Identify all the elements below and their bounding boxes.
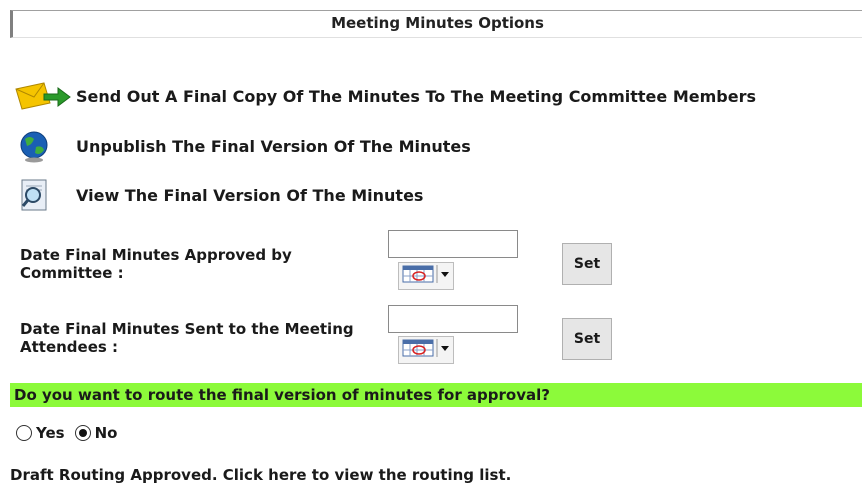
- route-no-label: No: [94, 424, 118, 442]
- envelope-arrow-icon: [14, 78, 76, 114]
- route-yes-label: Yes: [36, 424, 65, 442]
- route-approval-radio-group: Yes No: [16, 424, 127, 442]
- date-approved-calendar-button[interactable]: [398, 262, 454, 290]
- date-approved-input[interactable]: [388, 230, 518, 258]
- date-approved-label-text: Date Final Minutes Approved by Committee…: [20, 246, 292, 282]
- route-no-radio[interactable]: [74, 425, 91, 441]
- globe-icon: [14, 128, 76, 164]
- route-approval-question: Do you want to route the final version o…: [10, 383, 862, 407]
- date-sent-label: Date Final Minutes Sent to the Meeting A…: [20, 320, 360, 356]
- send-final-copy-label: Send Out A Final Copy Of The Minutes To …: [76, 86, 756, 106]
- view-final-label: View The Final Version Of The Minutes: [76, 185, 424, 205]
- view-final-link[interactable]: View The Final Version Of The Minutes: [14, 177, 423, 213]
- calendar-dropdown-icon: [401, 263, 451, 289]
- radio-selected-dot: [78, 429, 87, 437]
- calendar-dropdown-icon: [401, 337, 451, 363]
- route-yes-radio[interactable]: [16, 425, 32, 441]
- set-date-approved-button[interactable]: Set: [562, 243, 612, 285]
- meeting-minutes-options-page: Meeting Minutes Options Send Out A Final…: [0, 0, 867, 487]
- view-routing-list-link[interactable]: Draft Routing Approved. Click here to vi…: [10, 466, 511, 484]
- date-sent-input[interactable]: [388, 305, 518, 333]
- date-sent-calendar-button[interactable]: [398, 336, 454, 364]
- unpublish-final-label: Unpublish The Final Version Of The Minut…: [76, 136, 471, 156]
- page-title: Meeting Minutes Options: [10, 10, 862, 38]
- date-sent-label-text: Date Final Minutes Sent to the Meeting A…: [20, 320, 354, 356]
- magnifier-document-icon: [14, 177, 76, 213]
- date-approved-label: Date Final Minutes Approved by Committee…: [20, 246, 360, 282]
- set-date-sent-button[interactable]: Set: [562, 318, 612, 360]
- send-final-copy-link[interactable]: Send Out A Final Copy Of The Minutes To …: [14, 78, 756, 114]
- unpublish-final-link[interactable]: Unpublish The Final Version Of The Minut…: [14, 128, 471, 164]
